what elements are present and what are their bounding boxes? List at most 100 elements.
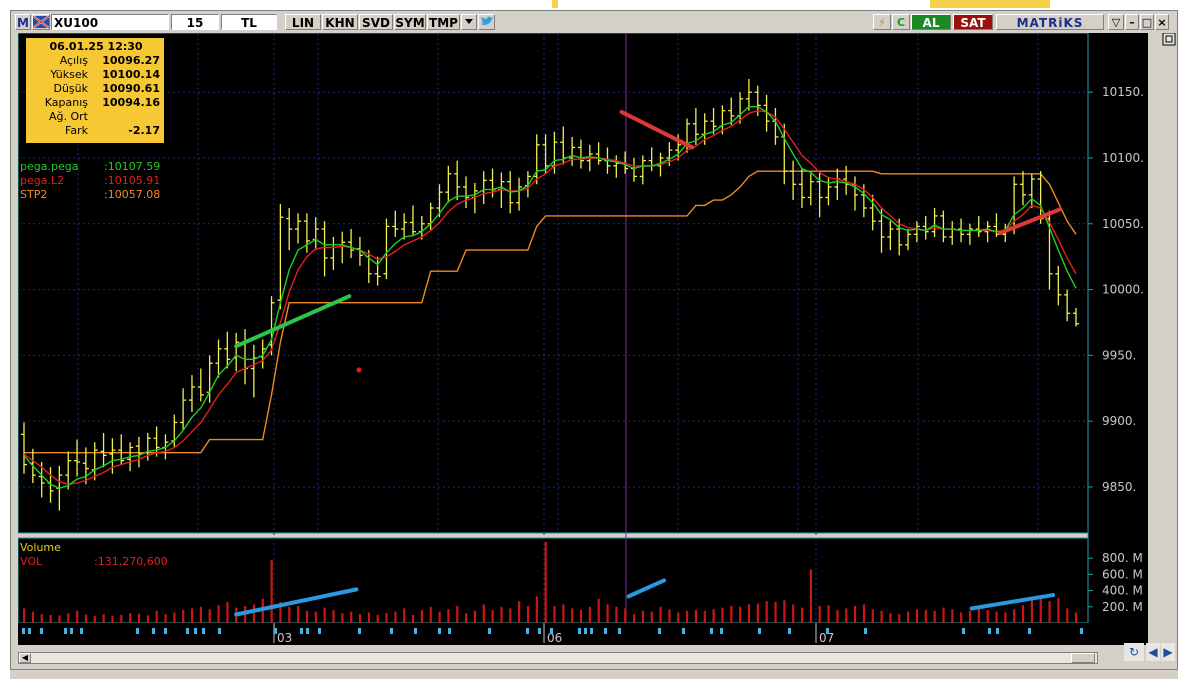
volume-bar — [500, 606, 503, 623]
horizontal-scrollbar[interactable]: ◀ — [18, 652, 1098, 664]
annotation-dot — [356, 367, 362, 373]
volume-bar — [137, 613, 141, 623]
volume-bar — [1030, 598, 1033, 623]
volume-value: :131,270,600 — [94, 555, 168, 568]
session-marker — [826, 628, 829, 634]
prev-arrow-icon[interactable]: ◀ — [1146, 643, 1160, 661]
volume-bar — [226, 601, 229, 623]
session-marker — [584, 628, 587, 634]
info-value: 10090.61 — [102, 82, 160, 95]
currency-field[interactable]: TL — [221, 14, 277, 30]
session-marker — [358, 628, 361, 634]
volume-bar — [518, 601, 521, 623]
volume-bar — [93, 616, 96, 623]
scroll-thumb[interactable] — [1071, 653, 1095, 663]
volume-bar — [951, 609, 954, 623]
session-marker — [996, 628, 999, 634]
volume-name: VOL — [20, 555, 43, 568]
left-background — [0, 10, 10, 679]
volume-bar — [624, 608, 627, 623]
session-marker — [448, 628, 451, 634]
volume-bar — [703, 610, 706, 623]
sync-icon[interactable]: ↻ — [1124, 643, 1144, 661]
tmp-button[interactable]: TMP — [427, 14, 460, 30]
khn-button[interactable]: KHN — [322, 14, 358, 30]
info-row-wavg: Ağ. Ort — [26, 110, 166, 124]
session-marker — [1028, 628, 1031, 634]
volume-bar — [385, 612, 388, 623]
background-strip — [0, 0, 1189, 10]
volume-bar — [1039, 596, 1042, 623]
volume-title: Volume — [20, 541, 61, 554]
volume-bar — [456, 605, 459, 623]
close-icon[interactable]: × — [1155, 14, 1169, 30]
session-marker — [788, 628, 791, 634]
volume-bar — [252, 604, 256, 623]
volume-tick-label: 600. M — [1102, 567, 1143, 581]
matriks-m-button[interactable]: M — [15, 14, 31, 30]
legend-stp2: STP2:10057.08 — [20, 188, 220, 202]
volume-bar — [562, 604, 565, 623]
legend-name: pega.L2 — [20, 174, 65, 187]
refresh-c-icon[interactable]: C — [892, 14, 910, 30]
bird-icon — [480, 16, 493, 25]
maximize-icon[interactable]: □ — [1140, 14, 1154, 30]
minimize-icon[interactable]: – — [1125, 14, 1139, 30]
volume-bar — [694, 610, 698, 623]
session-marker — [40, 628, 43, 634]
info-row-diff: Fark -2.17 — [26, 124, 166, 138]
info-value: 10096.27 — [102, 54, 160, 67]
session-marker — [864, 628, 867, 634]
lin-button[interactable]: LIN — [285, 14, 321, 30]
volume-bar — [553, 605, 556, 623]
volume-bar — [1004, 612, 1007, 623]
symbol-flag-icon[interactable] — [32, 14, 50, 30]
legend-name: pega.pega — [20, 160, 79, 173]
background-fragment — [930, 0, 1050, 8]
price-tick-label: 10050. — [1102, 217, 1144, 231]
volume-bar — [968, 610, 972, 623]
volume-bar — [438, 611, 441, 623]
sym-button[interactable]: SYM — [394, 14, 426, 30]
volume-bar — [305, 610, 309, 623]
info-label: Düşük — [53, 82, 88, 95]
volume-bar — [615, 606, 618, 623]
session-marker — [988, 628, 991, 634]
ohlc-info-box: 06.01.25 12:30 Açılış 10096.27 Yüksek 1010… — [25, 37, 165, 144]
volume-bar — [871, 609, 874, 623]
scroll-left-button[interactable]: ◀ — [19, 653, 31, 663]
volume-title-row: Volume — [20, 541, 220, 555]
volume-value-row: VOL :131,270,600 — [20, 555, 220, 569]
period-field[interactable]: 15 — [171, 14, 219, 30]
volume-bar — [898, 614, 901, 623]
session-marker — [274, 628, 277, 634]
volume-bar — [588, 606, 591, 623]
svd-button[interactable]: SVD — [359, 14, 393, 30]
volume-bar — [862, 604, 866, 623]
volume-bar — [182, 610, 185, 623]
dropdown-arrow-icon[interactable] — [461, 14, 477, 30]
lightning-icon[interactable]: ⚡ — [873, 14, 891, 30]
session-marker — [538, 628, 541, 634]
volume-bar — [1057, 597, 1060, 623]
volume-bar — [394, 611, 397, 623]
volume-bar — [429, 606, 432, 623]
session-marker — [164, 628, 167, 634]
session-marker — [414, 628, 417, 634]
sell-button[interactable]: SAT — [953, 14, 993, 30]
twitter-icon[interactable] — [478, 14, 495, 30]
filter-icon[interactable]: ▽ — [1108, 14, 1124, 30]
volume-bar — [473, 610, 477, 623]
volume-bar — [288, 606, 291, 623]
next-arrow-icon[interactable]: ▶ — [1161, 643, 1175, 661]
volume-bar — [403, 608, 406, 623]
info-label: Kapanış — [44, 96, 88, 109]
volume-bar — [571, 608, 574, 623]
session-marker — [28, 628, 31, 634]
volume-bar — [411, 614, 415, 623]
session-marker — [550, 628, 553, 634]
volume-bar — [102, 614, 105, 623]
symbol-field[interactable]: XU100 — [51, 14, 169, 30]
buy-button[interactable]: AL — [911, 14, 951, 30]
volume-bar — [995, 611, 998, 623]
